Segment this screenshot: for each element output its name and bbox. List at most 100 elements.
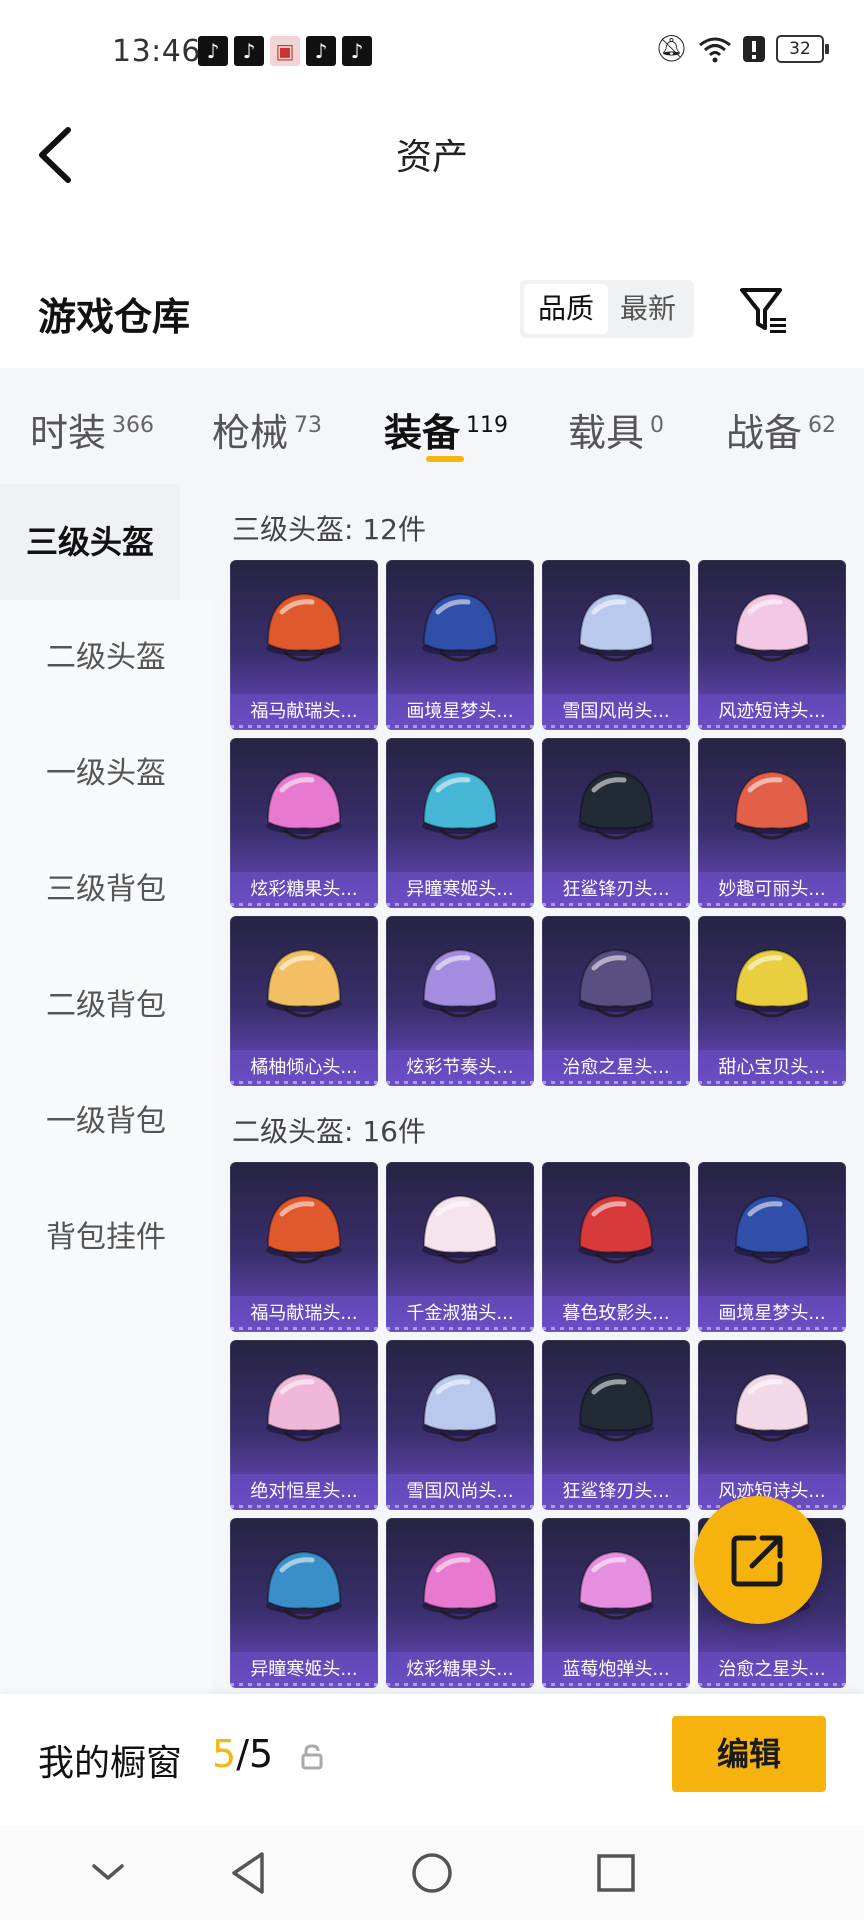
tiktok-icon: ♪ — [342, 36, 372, 66]
tab-vehicles[interactable]: 载具 0 — [568, 402, 664, 457]
item-card[interactable]: 雪国风尚头... — [542, 560, 690, 730]
helmet-icon — [734, 1372, 810, 1442]
tab-label: 战备 — [726, 411, 803, 455]
sidebar-filler — [0, 1296, 212, 1694]
item-card[interactable]: 妙趣可丽头... — [698, 738, 846, 908]
home-circle-icon[interactable] — [410, 1848, 454, 1898]
system-navigation-bar — [0, 1826, 864, 1920]
item-card[interactable]: 异瞳寒姬头... — [386, 738, 534, 908]
battery-icon: 32 — [776, 35, 829, 63]
item-card[interactable]: 福马献瑞头... — [230, 560, 378, 730]
item-card[interactable]: 雪国风尚头... — [386, 1340, 534, 1510]
edit-button[interactable]: 编辑 — [672, 1716, 826, 1792]
tab-firearms[interactable]: 枪械 73 — [212, 402, 322, 457]
item-card[interactable]: 绝对恒星头... — [230, 1340, 378, 1510]
item-card[interactable]: 画境星梦头... — [386, 560, 534, 730]
item-name: 异瞳寒姬头... — [230, 1652, 378, 1688]
section-title: 游戏仓库 — [38, 295, 191, 339]
item-card[interactable]: 千金淑猫头... — [386, 1162, 534, 1332]
item-card[interactable]: 风迹短诗头... — [698, 1340, 846, 1510]
item-name: 福马献瑞头... — [230, 1296, 378, 1332]
item-card[interactable]: 风迹短诗头... — [698, 560, 846, 730]
item-card[interactable]: 狂鲨锋刃头... — [542, 1340, 690, 1510]
item-card[interactable]: 橘柚倾心头... — [230, 916, 378, 1086]
showcase-count-current: 5 — [212, 1732, 237, 1776]
helmet-icon — [422, 1550, 498, 1620]
gift-icon: ▣ — [270, 36, 300, 66]
item-name: 暮色玫影头... — [542, 1296, 690, 1332]
lock-icon[interactable] — [300, 1744, 324, 1770]
helmet-icon — [422, 1194, 498, 1264]
sidebar-item-level1-backpack[interactable]: 一级背包 — [0, 1064, 212, 1180]
item-name: 异瞳寒姬头... — [386, 872, 534, 908]
sidebar-item-level3-backpack[interactable]: 三级背包 — [0, 832, 212, 948]
helmet-icon — [734, 1194, 810, 1264]
item-card[interactable]: 炫彩节奏头... — [386, 916, 534, 1086]
item-name: 炫彩糖果头... — [230, 872, 378, 908]
sort-toggle: 品质 最新 — [520, 280, 694, 338]
wifi-icon — [699, 37, 731, 63]
sort-option-newest[interactable]: 最新 — [606, 284, 690, 334]
item-card[interactable]: 福马献瑞头... — [230, 1162, 378, 1332]
item-card[interactable]: 炫彩糖果头... — [386, 1518, 534, 1688]
item-card[interactable]: 治愈之星头... — [542, 916, 690, 1086]
item-card[interactable]: 暮色玫影头... — [542, 1162, 690, 1332]
helmet-icon — [578, 1550, 654, 1620]
item-name: 妙趣可丽头... — [698, 872, 846, 908]
helmet-icon — [266, 1550, 342, 1620]
item-card[interactable]: 异瞳寒姬头... — [230, 1518, 378, 1688]
sidebar-item-label: 一级背包 — [46, 1104, 166, 1139]
share-export-icon — [731, 1535, 783, 1587]
helmet-icon — [422, 1372, 498, 1442]
showcase-count-total: /5 — [236, 1732, 274, 1776]
sidebar-item-level2-backpack[interactable]: 二级背包 — [0, 948, 212, 1064]
item-card[interactable]: 甜心宝贝头... — [698, 916, 846, 1086]
chevron-down-icon[interactable] — [88, 1848, 128, 1898]
share-button[interactable] — [694, 1496, 822, 1624]
sidebar-item-label: 背包挂件 — [46, 1220, 166, 1255]
tab-equipment[interactable]: 装备 119 — [384, 402, 508, 457]
helmet-icon — [422, 948, 498, 1018]
sidebar-item-level2-helmet[interactable]: 二级头盔 — [0, 600, 212, 716]
item-card[interactable]: 画境星梦头... — [698, 1162, 846, 1332]
sort-option-quality[interactable]: 品质 — [524, 284, 608, 334]
helmet-icon — [734, 592, 810, 662]
showcase-count: 5/5 — [212, 1732, 273, 1776]
back-triangle-icon[interactable] — [226, 1848, 270, 1898]
helmet-icon — [266, 948, 342, 1018]
tab-supplies[interactable]: 战备 62 — [726, 402, 836, 457]
item-name: 画境星梦头... — [386, 694, 534, 730]
tab-count: 73 — [294, 413, 323, 439]
showcase-bar: 我的橱窗 5/5 编辑 — [0, 1694, 864, 1826]
tab-count: 119 — [466, 413, 509, 439]
sidebar-item-backpack-charm[interactable]: 背包挂件 — [0, 1180, 212, 1296]
sidebar: 三级头盔 二级头盔 一级头盔 三级背包 二级背包 一级背包 背包挂件 — [0, 484, 212, 1694]
helmet-icon — [578, 770, 654, 840]
tab-count: 62 — [808, 413, 837, 439]
sidebar-item-label: 一级头盔 — [46, 756, 166, 791]
sidebar-item-label: 三级背包 — [46, 872, 166, 907]
active-tab-indicator — [426, 456, 464, 462]
tiktok-icon: ♪ — [234, 36, 264, 66]
helmet-icon — [578, 948, 654, 1018]
sidebar-item-level1-helmet[interactable]: 一级头盔 — [0, 716, 212, 832]
tab-fashion[interactable]: 时装 366 — [30, 402, 154, 457]
item-name: 治愈之星头... — [542, 1050, 690, 1086]
helmet-icon — [266, 592, 342, 662]
recents-square-icon[interactable] — [594, 1848, 638, 1898]
helmet-icon — [422, 770, 498, 840]
mute-bell-icon: 🔕︎ — [654, 34, 688, 64]
item-name: 画境星梦头... — [698, 1296, 846, 1332]
filter-button[interactable] — [738, 284, 792, 338]
sidebar-item-level3-helmet[interactable]: 三级头盔 — [0, 484, 180, 600]
page-title: 资产 — [395, 137, 468, 178]
item-name: 炫彩糖果头... — [386, 1652, 534, 1688]
status-indicators: 🔕︎ 32 — [654, 34, 829, 64]
helmet-icon — [266, 1194, 342, 1264]
tab-count: 0 — [650, 413, 665, 439]
item-name: 蓝莓炮弹头... — [542, 1652, 690, 1688]
status-time: 13:46 — [112, 34, 201, 69]
item-card[interactable]: 狂鲨锋刃头... — [542, 738, 690, 908]
item-card[interactable]: 蓝莓炮弹头... — [542, 1518, 690, 1688]
item-card[interactable]: 炫彩糖果头... — [230, 738, 378, 908]
